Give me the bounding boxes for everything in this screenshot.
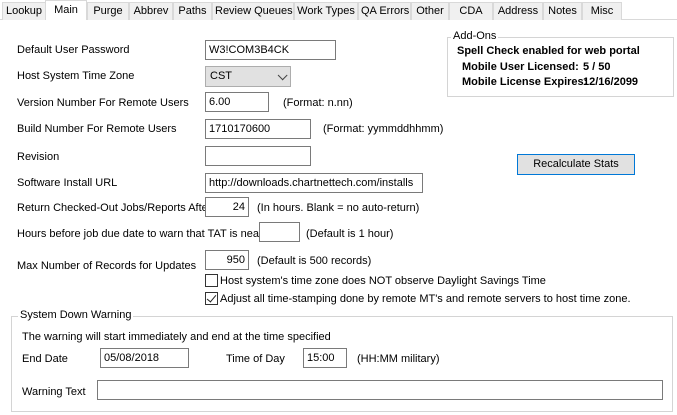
tab-main[interactable]: Main — [45, 0, 87, 20]
max-records-input[interactable]: 950 — [205, 250, 249, 270]
return-after-input[interactable]: 24 — [205, 197, 249, 217]
mobile-licensed-label: Mobile User Licensed: — [462, 61, 579, 73]
revision-label: Revision — [17, 151, 60, 163]
recalculate-stats-button[interactable]: Recalculate Stats — [517, 154, 635, 175]
tab-address[interactable]: Address — [493, 2, 543, 20]
install-url-label: Software Install URL — [17, 177, 118, 189]
time-zone-label: Host System Time Zone — [17, 70, 135, 82]
adjust-timestamp-checkbox[interactable] — [205, 292, 218, 305]
warning-text-input[interactable] — [97, 380, 663, 400]
return-after-hint: (In hours. Blank = no auto-return) — [257, 202, 420, 214]
tab-bar: Lookup Main Purge Abbrev Paths Review Qu… — [0, 0, 677, 20]
tab-review-queues[interactable]: Review Queues — [212, 2, 294, 20]
tab-notes[interactable]: Notes — [543, 2, 582, 20]
spell-check-status: Spell Check enabled for web portal — [457, 45, 640, 57]
time-of-day-label: Time of Day — [226, 353, 285, 365]
max-records-hint: (Default is 500 records) — [257, 255, 372, 267]
tab-misc[interactable]: Misc — [582, 2, 622, 20]
build-label: Build Number For Remote Users — [17, 123, 177, 135]
tab-paths[interactable]: Paths — [173, 2, 212, 20]
tab-lookup[interactable]: Lookup — [2, 2, 46, 20]
build-format-hint: (Format: yymmddhhmm) — [323, 123, 444, 135]
install-url-input[interactable]: http://downloads.chartnettech.com/instal… — [205, 173, 423, 193]
system-down-description: The warning will start immediately and e… — [22, 331, 331, 343]
version-label: Version Number For Remote Users — [17, 97, 189, 109]
mobile-expires-label: Mobile License Expires: — [462, 76, 588, 88]
tab-work-types[interactable]: Work Types — [294, 2, 358, 20]
warning-text-label: Warning Text — [22, 386, 86, 398]
chevron-down-icon — [277, 70, 288, 81]
time-zone-value: CST — [210, 70, 232, 82]
end-date-input[interactable]: 05/08/2018 — [100, 348, 189, 368]
version-input[interactable]: 6.00 — [205, 92, 269, 112]
time-format-hint: (HH:MM military) — [357, 353, 440, 365]
no-dst-checkbox[interactable] — [205, 274, 218, 287]
return-after-label: Return Checked-Out Jobs/Reports After — [17, 202, 212, 214]
tab-purge[interactable]: Purge — [87, 2, 129, 20]
tab-abbrev[interactable]: Abbrev — [129, 2, 173, 20]
default-password-label: Default User Password — [17, 44, 130, 56]
tat-warn-input[interactable] — [259, 222, 300, 242]
tab-cda[interactable]: CDA — [449, 2, 493, 20]
tat-warn-hint: (Default is 1 hour) — [306, 228, 394, 240]
system-down-title: System Down Warning — [18, 309, 134, 321]
time-of-day-input[interactable]: 15:00 — [303, 348, 347, 368]
build-input[interactable]: 1710170600 — [205, 119, 311, 139]
no-dst-label: Host system's time zone does NOT observe… — [220, 275, 546, 287]
mobile-expires-value: 12/16/2099 — [583, 76, 639, 88]
end-date-label: End Date — [22, 353, 68, 365]
tat-warn-label: Hours before job due date to warn that T… — [17, 228, 263, 240]
version-format-hint: (Format: n.nn) — [283, 97, 353, 109]
tab-qa-errors[interactable]: QA Errors — [358, 2, 411, 20]
tab-other[interactable]: Other — [411, 2, 449, 20]
revision-input[interactable] — [205, 146, 311, 166]
time-zone-select[interactable]: CST — [205, 66, 291, 87]
addons-title: Add-Ons — [451, 30, 499, 42]
mobile-licensed-value: 5 / 50 — [583, 61, 611, 73]
default-password-input[interactable]: W3!COM3B4CK — [205, 40, 336, 60]
adjust-timestamp-label: Adjust all time-stamping done by remote … — [220, 293, 631, 305]
max-records-label: Max Number of Records for Updates — [17, 260, 197, 272]
